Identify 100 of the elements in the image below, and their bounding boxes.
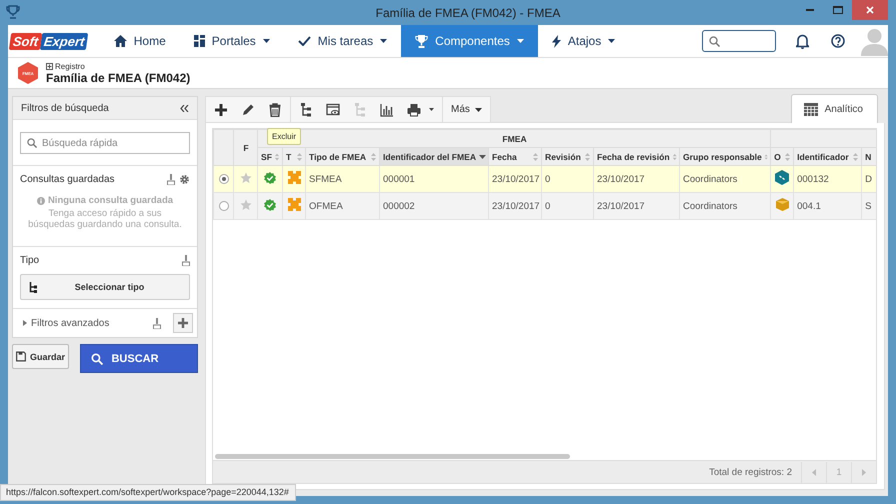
plus-icon <box>178 318 188 328</box>
left-arrow-icon <box>812 468 816 476</box>
hierarchy-icon <box>29 282 38 292</box>
sort-descending-icon[interactable] <box>479 154 486 160</box>
radio-button[interactable] <box>218 200 228 211</box>
table-cell: 23/10/2017 <box>488 166 542 192</box>
column-header[interactable]: T <box>282 148 306 166</box>
hexagon-icon <box>775 170 790 185</box>
window-title: Família de FMEA (FM042) - FMEA <box>376 6 560 20</box>
preview-icon[interactable] <box>326 102 340 116</box>
collapse-icon[interactable] <box>180 104 189 112</box>
right-arrow-icon <box>862 468 866 476</box>
select-type-button[interactable]: Seleccionar tipo <box>20 274 190 300</box>
gear-icon[interactable] <box>179 174 190 185</box>
star-icon[interactable] <box>240 172 252 184</box>
plus-icon[interactable] <box>214 102 228 116</box>
page-title: Família de FMEA (FM042) <box>46 70 190 84</box>
maximize-icon <box>833 6 843 14</box>
caret-icon <box>608 39 616 43</box>
search-icon <box>27 138 37 148</box>
table-cell: 23/10/2017 <box>488 192 542 220</box>
caret-icon <box>380 39 388 43</box>
caret-icon[interactable] <box>429 108 434 111</box>
table-icon <box>804 102 818 116</box>
empty-message: Tenga acceso rápido a sus búsquedas guardando una consulta. <box>27 208 183 230</box>
pencil-icon[interactable] <box>241 102 255 116</box>
caret-icon <box>474 108 482 112</box>
column-header[interactable]: F <box>234 130 258 166</box>
save-button[interactable]: Guardar <box>12 344 69 369</box>
scrollbar-thumb[interactable] <box>215 454 570 459</box>
search-field[interactable] <box>702 30 776 52</box>
minimize-icon <box>806 9 814 11</box>
column-header[interactable]: O <box>770 148 794 166</box>
column-header[interactable]: Revisión <box>542 148 594 166</box>
tooltip: Excluir <box>267 128 302 145</box>
help-icon[interactable] <box>831 34 845 48</box>
checkmark-icon <box>298 36 311 46</box>
puzzle-icon <box>288 198 300 211</box>
nav-item[interactable]: Mis tareas <box>284 25 402 57</box>
quick-search-field[interactable]: Búsqueda rápida <box>20 132 190 154</box>
close-button[interactable] <box>852 0 888 20</box>
advanced-filters-toggle[interactable]: Filtros avanzados <box>23 318 110 328</box>
column-header[interactable]: Tipo de FMEA <box>306 148 380 166</box>
placeholder: Búsqueda rápida <box>42 138 118 148</box>
table-cell: 23/10/2017 <box>594 166 680 192</box>
broom-icon[interactable] <box>182 255 190 266</box>
radio-button[interactable] <box>218 174 228 184</box>
box-icon <box>776 198 789 211</box>
section-title: Tipo <box>20 255 40 266</box>
trash-icon[interactable] <box>268 102 282 116</box>
column-header[interactable]: SF <box>258 148 282 166</box>
breadcrumb: Registro <box>55 62 85 70</box>
table-cell: 23/10/2017 <box>594 192 680 220</box>
column-header[interactable]: Fecha de revisión <box>594 148 680 166</box>
column-header[interactable]: Identificador <box>794 148 862 166</box>
bell-icon[interactable] <box>796 34 809 48</box>
home-icon <box>114 35 127 47</box>
bar-chart-icon[interactable] <box>380 102 394 116</box>
column-header[interactable]: Grupo responsable <box>680 148 771 166</box>
table-cell: 000132 <box>794 166 862 192</box>
nav-item[interactable]: Componentes <box>401 25 538 57</box>
nav-item[interactable]: Atajos <box>538 25 630 57</box>
broom-icon[interactable] <box>167 174 175 185</box>
column-header[interactable]: Identificador del FMEA <box>380 148 488 166</box>
table-cell: Coordinators <box>680 166 771 192</box>
table-cell: 0 <box>542 192 594 220</box>
broom-icon[interactable] <box>153 318 161 328</box>
column-header[interactable]: Fecha <box>488 148 542 166</box>
empty-title: Ninguna consulta guardada <box>48 195 174 206</box>
star-icon[interactable] <box>240 198 252 210</box>
table-cell: 000001 <box>380 166 488 192</box>
search-icon <box>709 36 720 46</box>
check-badge-icon <box>264 198 276 210</box>
plus-box-icon <box>46 62 53 70</box>
nav-item[interactable]: Home <box>100 25 180 57</box>
hierarchy-icon[interactable] <box>299 102 313 116</box>
logo[interactable]: Soft Expert <box>10 25 88 57</box>
nav-item[interactable]: Portales <box>180 25 284 57</box>
view-tab[interactable]: Analítico <box>790 94 878 123</box>
record-count: Total de registros: 2 <box>709 466 792 478</box>
section-title: Consultas guardadas <box>20 174 115 185</box>
table-cell: 004.1 <box>794 192 862 220</box>
lightning-icon <box>552 34 561 48</box>
add-button[interactable] <box>173 313 193 333</box>
close-icon <box>866 6 874 14</box>
caret-icon <box>23 320 27 326</box>
table-cell: SFMEA <box>306 166 380 192</box>
table-cell: 0 <box>542 166 594 192</box>
search-button[interactable]: BUSCAR <box>80 344 198 373</box>
info-icon <box>36 196 45 204</box>
table-cell: Coordinators <box>680 192 771 220</box>
caret-icon <box>262 39 270 43</box>
puzzle-icon <box>288 171 300 184</box>
status-url: https://falcon.softexpert.com/softexpert/workspace?page=220044,132# <box>6 487 289 497</box>
trophy-icon <box>6 5 20 19</box>
trophy-icon <box>415 34 428 48</box>
printer-icon[interactable] <box>407 102 421 116</box>
table-cell: 000002 <box>380 192 488 220</box>
table-cell: OFMEA <box>306 192 380 220</box>
check-badge-icon <box>264 172 276 184</box>
